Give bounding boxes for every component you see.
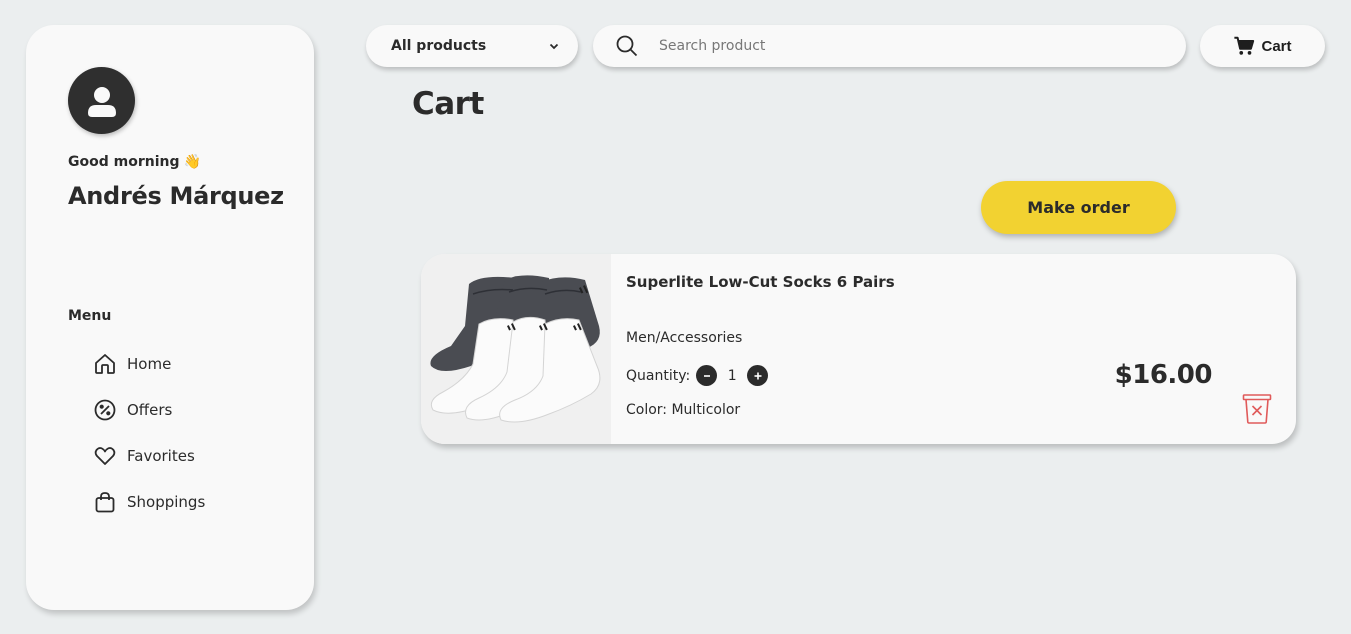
category-filter-value: All products (391, 38, 487, 54)
socks-image (421, 254, 611, 444)
search-bar[interactable] (593, 25, 1186, 67)
category-filter-select[interactable]: All products (366, 25, 578, 67)
product-image[interactable] (421, 254, 611, 444)
shopping-bag-icon (93, 490, 117, 514)
home-icon (93, 352, 117, 376)
product-price: $16.00 (1114, 360, 1213, 390)
quantity-stepper: Quantity: 1 (626, 365, 769, 386)
sidebar-item-offers[interactable]: Offers (93, 397, 205, 423)
remove-item-button[interactable] (1240, 392, 1274, 426)
sidebar-item-favorites[interactable]: Favorites (93, 443, 205, 469)
make-order-button[interactable]: Make order (981, 181, 1176, 234)
plus-icon (754, 372, 762, 379)
chevron-down-icon (549, 43, 559, 50)
avatar[interactable] (68, 67, 135, 134)
sidebar-item-label: Home (127, 355, 172, 373)
sidebar-item-label: Shoppings (127, 493, 206, 511)
product-color: Color: Multicolor (626, 402, 741, 418)
sidebar-item-shoppings[interactable]: Shoppings (93, 489, 205, 515)
cart-icon (1234, 36, 1255, 55)
cart-item-card: Superlite Low-Cut Socks 6 Pairs Men/Acce… (421, 254, 1296, 444)
quantity-value: 1 (727, 367, 737, 384)
sidebar-item-label: Favorites (127, 447, 195, 465)
product-category: Men/Accessories (626, 330, 743, 346)
search-input[interactable] (659, 38, 1139, 54)
greeting: Good morning 👋 (68, 154, 201, 170)
increase-quantity-button[interactable] (747, 365, 769, 386)
page-title: Cart (412, 86, 484, 122)
quantity-label: Quantity: (626, 367, 691, 384)
minus-icon (703, 374, 710, 377)
sidebar: Good morning 👋 Andrés Márquez Menu Home (26, 25, 314, 610)
search-icon (616, 35, 638, 57)
sidebar-item-label: Offers (127, 401, 173, 419)
waving-hand-emoji: 👋 (183, 154, 201, 170)
heart-icon (93, 444, 117, 468)
cart-button-label: Cart (1261, 37, 1292, 55)
sidebar-item-home[interactable]: Home (93, 351, 205, 377)
greeting-text: Good morning (68, 154, 180, 170)
user-icon (87, 86, 116, 117)
decrease-quantity-button[interactable] (696, 365, 718, 386)
trash-icon (1242, 394, 1272, 424)
product-name[interactable]: Superlite Low-Cut Socks 6 Pairs (626, 273, 895, 291)
cart-button[interactable]: Cart (1200, 25, 1325, 67)
user-name: Andrés Márquez (68, 182, 284, 210)
menu-list: Home Offers Favorites Shoppings (93, 351, 205, 535)
menu-heading: Menu (68, 308, 112, 324)
percent-icon (93, 398, 117, 422)
